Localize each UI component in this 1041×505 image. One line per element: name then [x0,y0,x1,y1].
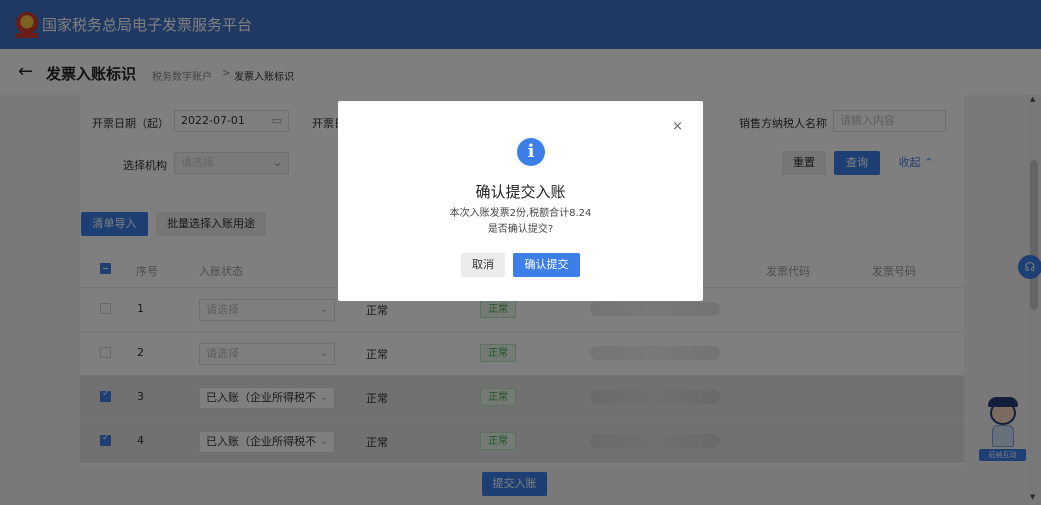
dialog-message: 本次入账发票2份,税额合计8.24 [449,208,592,219]
dialog-question: 是否确认提交? [487,224,554,235]
dialog-title: 确认提交入账 [475,183,566,201]
close-icon[interactable]: × [672,119,683,134]
info-icon: i [517,138,545,166]
confirm-dialog: × i 确认提交入账 本次入账发票2份,税额合计8.24 是否确认提交? 取消 … [338,101,703,301]
cancel-button[interactable]: 取消 [461,253,505,277]
confirm-submit-button[interactable]: 确认提交 [513,253,580,277]
